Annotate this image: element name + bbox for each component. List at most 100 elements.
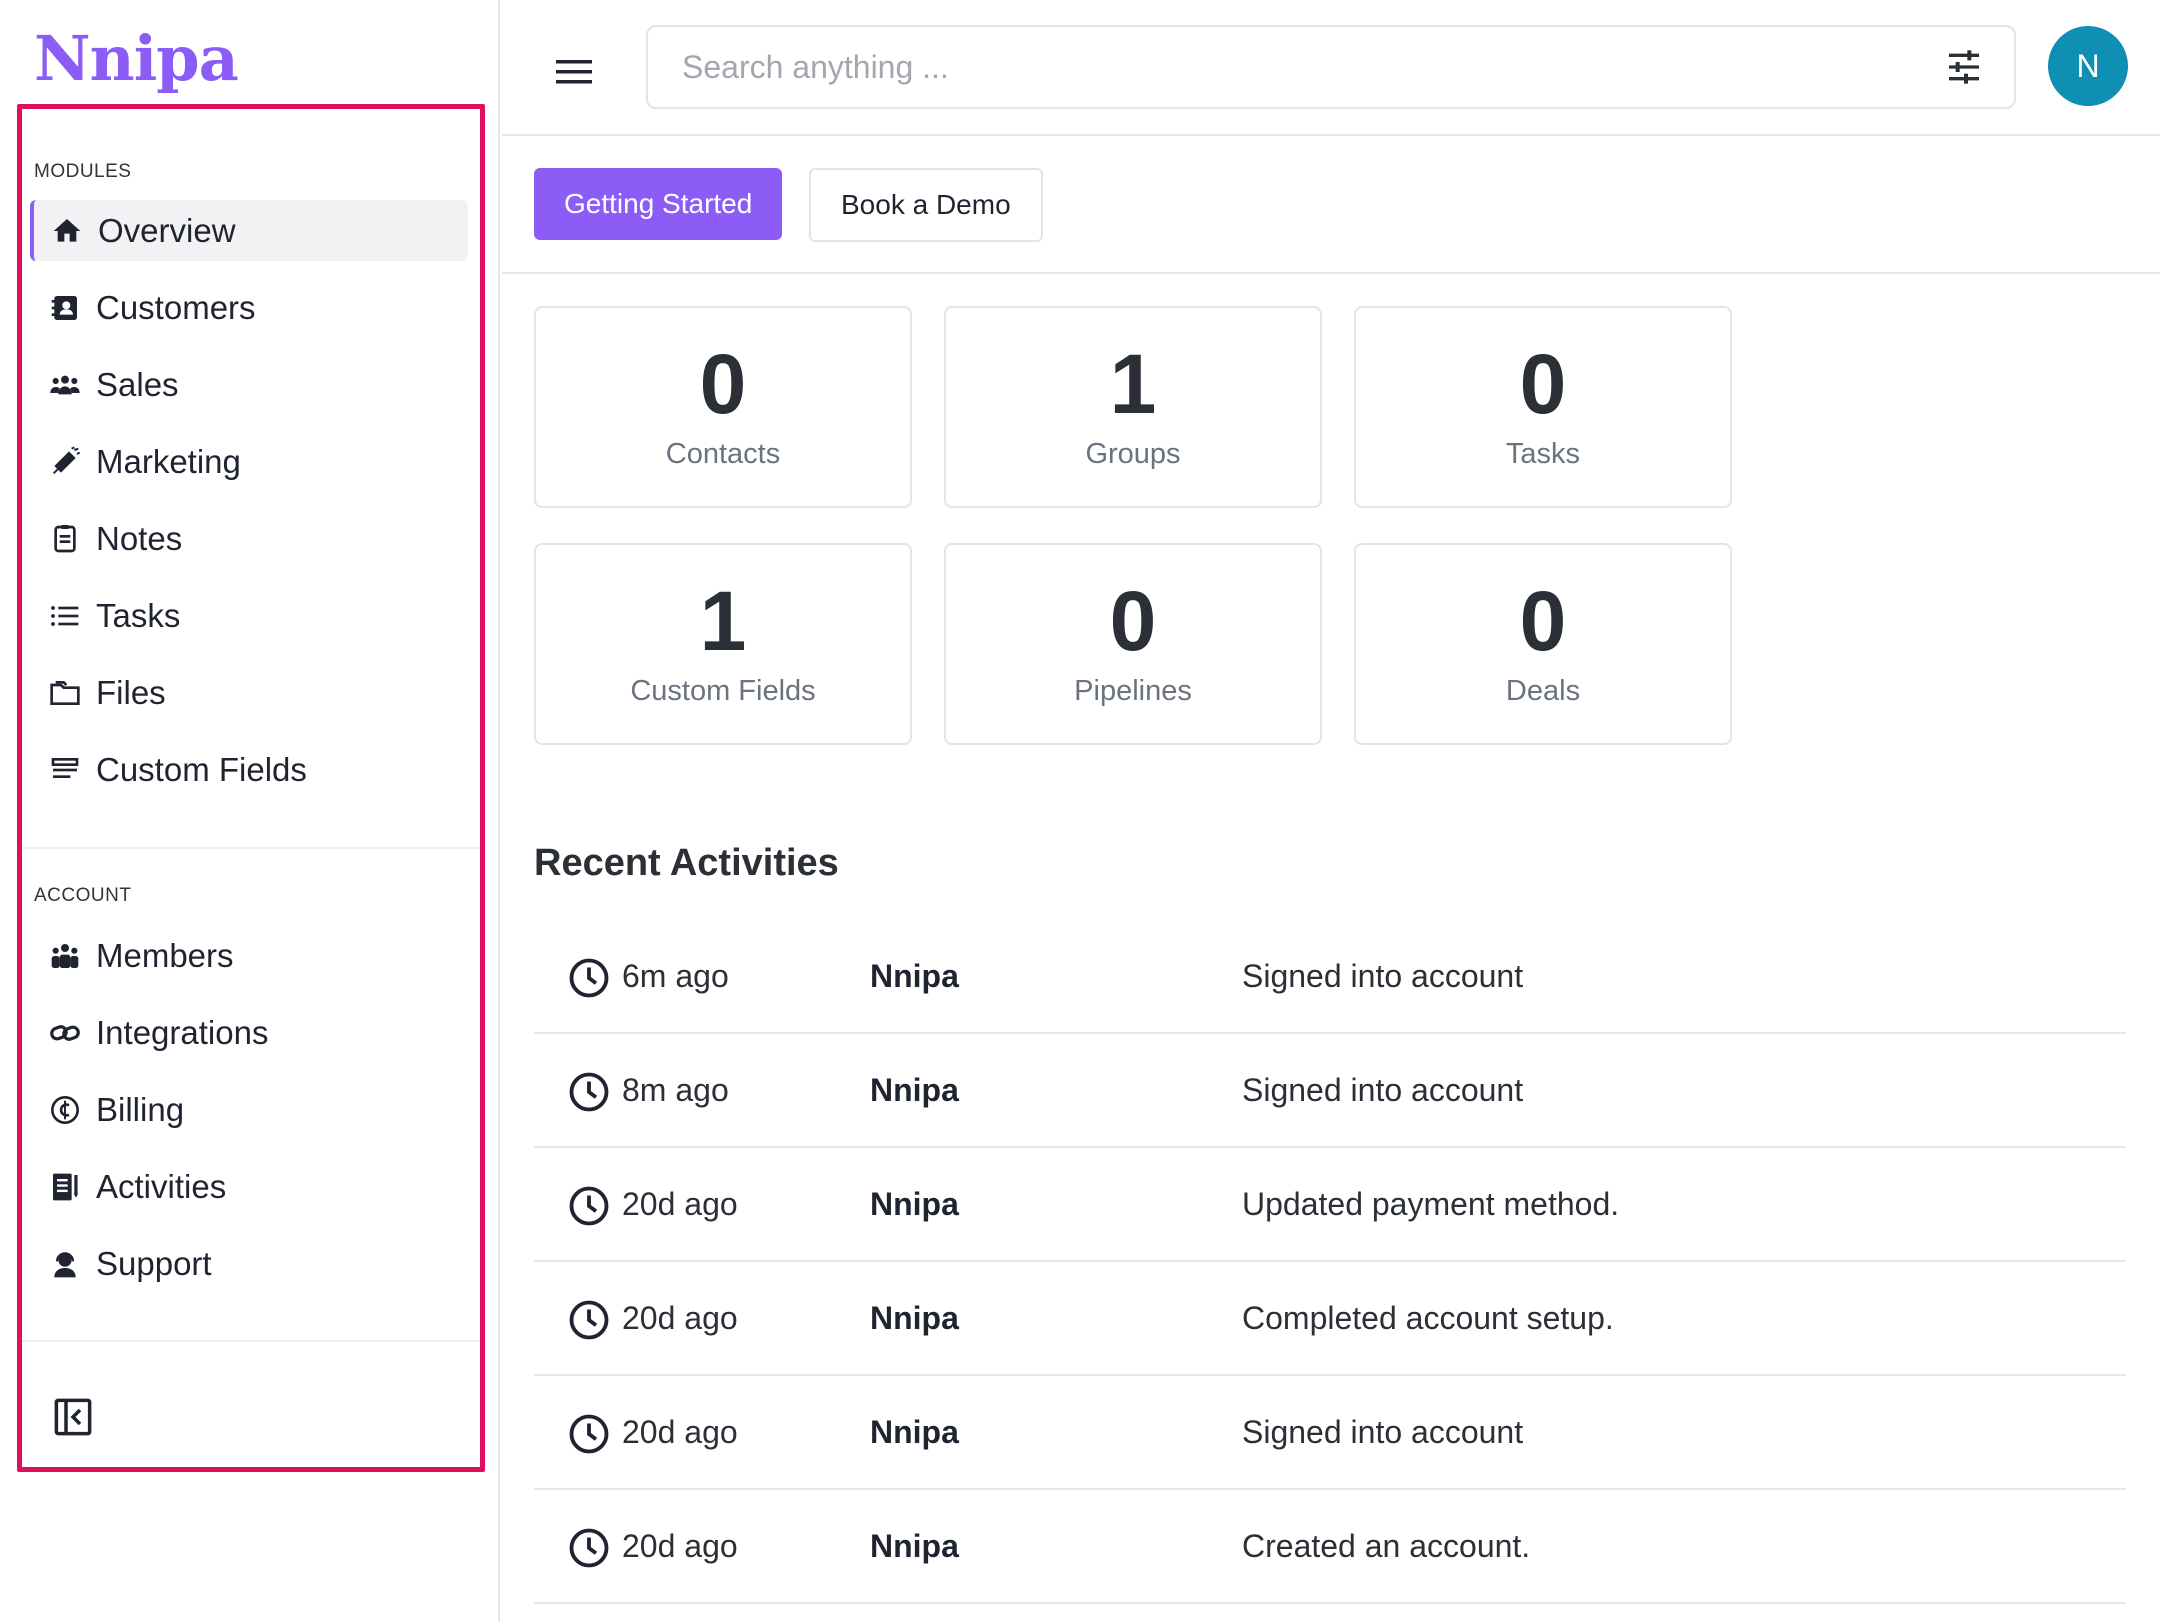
home-icon	[50, 214, 84, 248]
sidebar-item-integrations[interactable]: Integrations	[30, 1002, 468, 1063]
stat-value: 0	[1519, 337, 1567, 431]
stat-label: Pipelines	[1074, 675, 1192, 707]
sidebar-item-label: Tasks	[96, 596, 181, 634]
activity-description: Updated payment method.	[1242, 1186, 1620, 1222]
stat-value: 0	[1109, 574, 1157, 668]
stat-value: 1	[699, 574, 747, 668]
topbar: N	[502, 0, 2160, 136]
stat-label: Groups	[1085, 438, 1181, 470]
clock-icon	[568, 1071, 610, 1113]
filter-sliders-icon[interactable]	[1944, 47, 1984, 87]
activity-row: 6m ago Nnipa Signed into account	[534, 920, 2126, 1034]
fields-icon	[48, 753, 82, 787]
stat-value: 0	[1519, 574, 1567, 668]
clock-icon	[568, 957, 610, 999]
activity-description: Signed into account	[1242, 1072, 1524, 1108]
support-icon	[48, 1247, 82, 1281]
activity-user: Nnipa	[870, 1414, 959, 1450]
activity-time: 6m ago	[622, 958, 729, 994]
sidebar-item-label: Integrations	[96, 1013, 269, 1051]
sidebar-item-tasks[interactable]: Tasks	[30, 585, 468, 646]
list-icon	[48, 599, 82, 633]
sidebar-divider	[17, 847, 483, 849]
hamburger-menu-icon[interactable]	[552, 52, 596, 92]
sidebar-item-label: Customers	[96, 288, 256, 326]
brand-logo[interactable]: Nnipa	[34, 22, 239, 95]
contacts-icon	[48, 291, 82, 325]
sidebar-item-custom-fields[interactable]: Custom Fields	[30, 739, 468, 800]
sidebar-item-overview[interactable]: Overview	[30, 200, 468, 261]
stat-value: 0	[699, 337, 747, 431]
sidebar-item-customers[interactable]: Customers	[30, 277, 468, 338]
users-group-icon	[48, 368, 82, 402]
activity-description: Signed into account	[1242, 1414, 1524, 1450]
search-input[interactable]	[682, 43, 1882, 91]
sidebar-item-billing[interactable]: Billing	[30, 1079, 468, 1140]
currency-icon	[48, 1093, 82, 1127]
clock-icon	[568, 1299, 610, 1341]
sidebar-item-files[interactable]: Files	[30, 662, 468, 723]
stat-card-custom-fields[interactable]: 1 Custom Fields	[534, 543, 912, 745]
sidebar-item-sales[interactable]: Sales	[30, 354, 468, 415]
stat-card-deals[interactable]: 0 Deals	[1354, 543, 1732, 745]
activity-time: 20d ago	[622, 1528, 738, 1564]
activity-user: Nnipa	[870, 1072, 959, 1108]
activity-row: 20d ago Nnipa Completed account setup.	[534, 1262, 2126, 1376]
activity-row: 20d ago Nnipa Updated payment method.	[534, 1148, 2126, 1262]
members-icon	[48, 939, 82, 973]
activity-time: 20d ago	[622, 1414, 738, 1450]
activity-row: 20d ago Nnipa Signed into account	[534, 1376, 2126, 1490]
folder-icon	[48, 676, 82, 710]
activity-user: Nnipa	[870, 958, 959, 994]
stat-label: Contacts	[665, 438, 781, 470]
activity-user: Nnipa	[870, 1186, 959, 1222]
stat-label: Custom Fields	[630, 675, 816, 707]
sidebar-item-label: Files	[96, 673, 166, 711]
sidebar-item-members[interactable]: Members	[30, 925, 468, 986]
sidebar-item-label: Marketing	[96, 442, 241, 480]
sidebar-item-activities[interactable]: Activities	[30, 1156, 468, 1217]
recent-activities-heading: Recent Activities	[534, 842, 839, 884]
activity-time: 8m ago	[622, 1072, 729, 1108]
stat-card-contacts[interactable]: 0 Contacts	[534, 306, 912, 508]
stat-label: Deals	[1505, 675, 1581, 707]
activities-icon	[48, 1170, 82, 1204]
sidebar-collapse-icon[interactable]	[52, 1396, 94, 1438]
activity-description: Created an account.	[1242, 1528, 1531, 1564]
sidebar-item-support[interactable]: Support	[30, 1233, 468, 1294]
sidebar-item-label: Overview	[98, 211, 236, 249]
megaphone-icon	[48, 445, 82, 479]
stat-card-tasks[interactable]: 0 Tasks	[1354, 306, 1732, 508]
clock-icon	[568, 1527, 610, 1569]
sidebar: Nnipa MODULES Overview Customers Sales M…	[0, 0, 500, 1622]
book-demo-button[interactable]: Book a Demo	[809, 168, 1043, 242]
clock-icon	[568, 1185, 610, 1227]
search-bar	[646, 25, 2016, 109]
activity-time: 20d ago	[622, 1186, 738, 1222]
sidebar-item-label: Members	[96, 936, 234, 974]
activity-description: Completed account setup.	[1242, 1300, 1614, 1336]
stat-card-pipelines[interactable]: 0 Pipelines	[944, 543, 1322, 745]
notes-icon	[48, 522, 82, 556]
activity-row: 8m ago Nnipa Signed into account	[534, 1034, 2126, 1148]
sidebar-item-marketing[interactable]: Marketing	[30, 431, 468, 492]
sidebar-item-label: Billing	[96, 1090, 185, 1128]
clock-icon	[568, 1413, 610, 1455]
activity-user: Nnipa	[870, 1528, 959, 1564]
account-section-label: ACCOUNT	[34, 885, 132, 906]
sidebar-divider	[17, 1340, 483, 1342]
link-icon	[48, 1016, 82, 1050]
sidebar-item-label: Support	[96, 1244, 212, 1282]
getting-started-button[interactable]: Getting Started	[534, 168, 783, 240]
modules-section-label: MODULES	[34, 161, 132, 182]
sidebar-item-label: Sales	[96, 365, 179, 403]
action-bar: Getting Started Book a Demo	[502, 136, 2160, 274]
activity-row: 20d ago Nnipa Created an account.	[534, 1490, 2126, 1604]
sidebar-item-label: Custom Fields	[96, 750, 307, 788]
sidebar-item-notes[interactable]: Notes	[30, 508, 468, 569]
sidebar-item-label: Notes	[96, 519, 183, 557]
activity-user: Nnipa	[870, 1300, 959, 1336]
avatar[interactable]: N	[2048, 26, 2128, 106]
activity-description: Signed into account	[1242, 958, 1524, 994]
stat-card-groups[interactable]: 1 Groups	[944, 306, 1322, 508]
